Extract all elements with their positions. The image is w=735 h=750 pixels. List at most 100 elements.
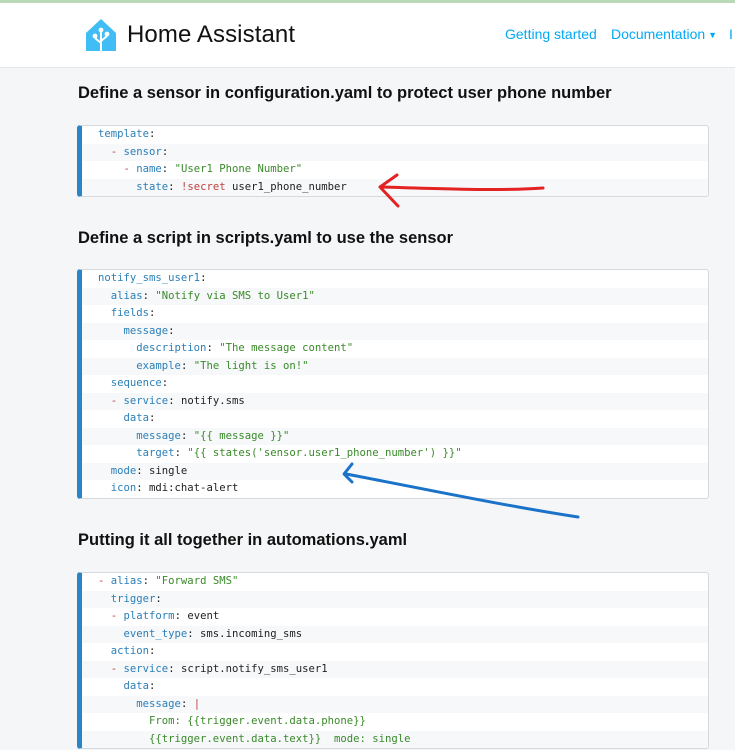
code-line: mode: single [82,462,708,480]
code-token: icon [110,482,137,494]
code-line: message: "{{ message }}" [82,427,708,445]
code-token: "The light is on!" [193,359,309,372]
code-token: fields [110,307,150,319]
code-token: message [136,697,181,710]
code-line: - alias: "Forward SMS" [82,573,708,591]
nav-getting-started[interactable]: Getting started [505,26,597,42]
code-token: : script.notify_sms_user1 [168,662,328,675]
code-token: : [149,128,156,140]
code-block-script[interactable]: notify_sms_user1: alias: "Notify via SMS… [77,269,709,499]
code-token: data [123,412,150,424]
code-token: - [98,575,111,587]
section-heading-sensor: Define a sensor in configuration.yaml to… [78,84,612,102]
code-token: mode [110,464,137,477]
code-token: : [142,575,156,587]
site-header: Home Assistant Getting started Documenta… [0,3,735,68]
code-token: : [180,429,194,442]
nav-item-cut-off[interactable]: I [729,26,733,42]
code-token: notify_sms_user1 [98,272,201,284]
code-token: platform [123,610,175,622]
code-line: - sensor: [82,143,708,161]
code-line: target: "{{ states('sensor.user1_phone_n… [82,445,708,463]
code-token: user1_phone_number [225,180,347,193]
code-token: "User1 Phone Number" [174,163,303,175]
code-line: template: [82,126,708,144]
code-line: example: "The light is on!" [82,357,708,375]
code-line: notify_sms_user1: [82,270,708,288]
home-assistant-logo-icon[interactable] [85,18,117,52]
code-token: "{{ states('sensor.user1_phone_number') … [187,447,462,459]
section-heading-automation: Putting it all together in automations.y… [78,531,408,549]
code-token: : [206,342,220,354]
code-token: event_type [123,627,188,640]
code-token: : [174,447,188,459]
code-line: description: "The message content" [82,340,708,358]
code-token: : mdi:chat-alert [136,482,239,494]
code-token: From: {{trigger.event.data.phone}} [149,715,366,727]
code-token: : [155,592,162,605]
code-line: data: [82,678,708,696]
code-line: - name: "User1 Phone Number" [82,161,708,179]
code-token: | [193,697,201,710]
code-token: : [168,324,175,337]
brand-title[interactable]: Home Assistant [127,21,295,49]
code-token: example [136,359,181,372]
code-line: sequence: [82,375,708,393]
code-token: : [180,359,194,372]
code-line: trigger: [82,590,708,608]
code-token: alias [110,289,143,302]
code-token: - [110,394,124,407]
code-token: : [149,680,156,692]
code-token: : [180,697,194,710]
code-token: : [149,307,156,319]
code-line: alias: "Notify via SMS to User1" [82,287,708,305]
code-token: : [149,412,156,424]
code-token: state [136,180,169,193]
code-token: : [149,645,156,657]
code-token: - [123,163,137,175]
code-line: data: [82,410,708,428]
code-line: icon: mdi:chat-alert [82,480,708,498]
code-line: fields: [82,305,708,323]
code-token: : [161,377,169,389]
code-token: - [110,610,124,622]
code-block-sensor[interactable]: template: - sensor: - name: "User1 Phone… [77,125,709,197]
code-token: data [123,680,150,692]
code-token: "The message content" [219,342,354,354]
code-token: - [110,145,124,158]
code-token: : event [174,610,220,622]
code-token: service [123,394,169,407]
code-token: : single [136,464,188,477]
code-token: "Forward SMS" [155,575,239,587]
code-token: action [110,645,150,657]
code-token: : [200,272,207,284]
nav-documentation[interactable]: Documentation ▼ [611,26,717,42]
code-token: target [136,447,175,459]
code-token: : [161,145,169,158]
code-token: : notify.sms [168,394,245,407]
code-token: "{{ message }}" [193,429,290,442]
code-token: "Notify via SMS to User1" [155,289,315,302]
code-token: : [168,180,181,193]
code-line: message: | [82,695,708,713]
code-token: service [123,662,169,675]
code-token: alias [110,575,143,587]
code-block-automation[interactable]: - alias: "Forward SMS" trigger: - platfo… [77,572,709,749]
code-token: sequence [110,377,162,389]
